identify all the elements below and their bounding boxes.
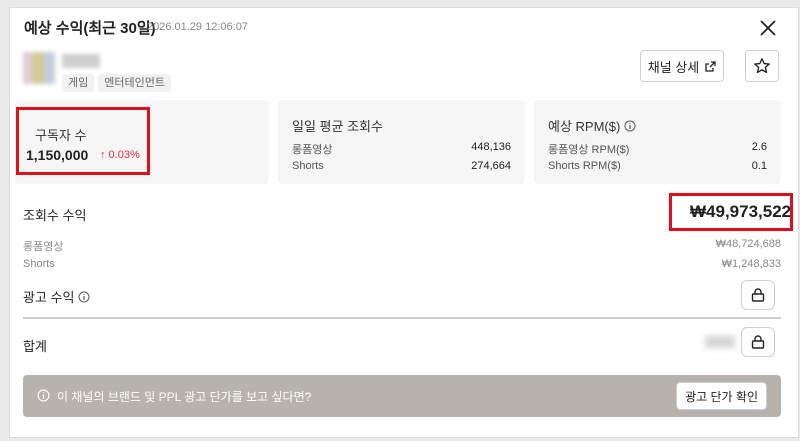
revenue-row-label: 롱폼영상 — [23, 241, 64, 253]
sum-label: 합계 — [23, 339, 47, 354]
daily-views-row: Shorts 274,664 — [292, 160, 511, 172]
daily-views-value: 274,664 — [471, 160, 511, 172]
banner-text: 이 채널의 브랜드 및 PPL 광고 단가를 보고 싶다면? — [57, 389, 312, 404]
rpm-label: Shorts RPM($) — [548, 160, 621, 172]
revenue-row-value: ₩1,248,833 — [721, 258, 781, 270]
tag-game: 게임 — [62, 74, 95, 92]
lock-icon — [751, 288, 765, 302]
revenue-row: Shorts ₩1,248,833 — [23, 258, 781, 270]
sum-blurred-value — [705, 336, 735, 348]
close-button[interactable] — [757, 17, 779, 39]
channel-tags: 게임 엔터테인먼트 — [62, 74, 171, 92]
external-link-icon — [705, 60, 716, 72]
modal-title: 예상 수익(최근 30일) — [24, 20, 156, 37]
star-icon — [754, 58, 770, 74]
ad-revenue-label: 광고 수익 — [23, 290, 75, 305]
favorite-button[interactable] — [745, 50, 779, 82]
rpm-card: 예상 RPM($) 롱폼영상 RPM($) 2.6 Shorts RPM($) … — [534, 100, 781, 184]
daily-views-value: 448,136 — [471, 141, 511, 153]
channel-avatar — [23, 52, 55, 84]
revenue-row-value: ₩48,724,688 — [715, 238, 781, 250]
channel-name — [62, 54, 100, 68]
rpm-title: 예상 RPM($) — [548, 119, 621, 134]
daily-views-label: 롱폼영상 — [292, 144, 333, 156]
rpm-row: Shorts RPM($) 0.1 — [548, 160, 767, 172]
check-ad-price-button[interactable]: 광고 단가 확인 — [676, 382, 767, 410]
channel-detail-label: 채널 상세 — [647, 59, 700, 75]
divider — [23, 317, 781, 319]
lock-icon — [751, 335, 765, 349]
revenue-row-label: Shorts — [23, 258, 55, 270]
sum-lock-button[interactable] — [741, 327, 775, 357]
ad-price-banner: 이 채널의 브랜드 및 PPL 광고 단가를 보고 싶다면? 광고 단가 확인 — [23, 375, 781, 417]
revenue-highlight — [669, 193, 793, 231]
revenue-row: 롱폼영상 ₩48,724,688 — [23, 238, 781, 254]
info-icon[interactable] — [78, 291, 90, 303]
info-icon[interactable] — [624, 120, 636, 132]
rpm-value: 2.6 — [751, 141, 767, 153]
ad-revenue-label-wrap: 광고 수익 — [23, 287, 90, 306]
timestamp: 2026.01.29 12:06:07 — [147, 21, 248, 33]
tag-entertainment: 엔터테인먼트 — [98, 74, 171, 92]
view-revenue-label: 조회수 수익 — [23, 208, 87, 223]
rpm-value: 0.1 — [751, 160, 767, 172]
daily-views-card: 일일 평균 조회수 롱폼영상 448,136 Shorts 274,664 — [278, 100, 525, 184]
rpm-label: 롱폼영상 RPM($) — [548, 144, 630, 156]
ad-revenue-lock-button[interactable] — [741, 280, 775, 310]
daily-views-title: 일일 평균 조회수 — [292, 119, 383, 134]
close-icon — [760, 20, 776, 36]
rpm-row: 롱폼영상 RPM($) 2.6 — [548, 141, 767, 157]
daily-views-label: Shorts — [292, 160, 324, 172]
info-icon — [37, 389, 50, 402]
daily-views-row: 롱폼영상 448,136 — [292, 141, 511, 157]
channel-detail-button[interactable]: 채널 상세 — [640, 50, 724, 82]
subscribers-highlight — [16, 107, 150, 175]
rpm-title-wrap: 예상 RPM($) — [548, 116, 636, 135]
